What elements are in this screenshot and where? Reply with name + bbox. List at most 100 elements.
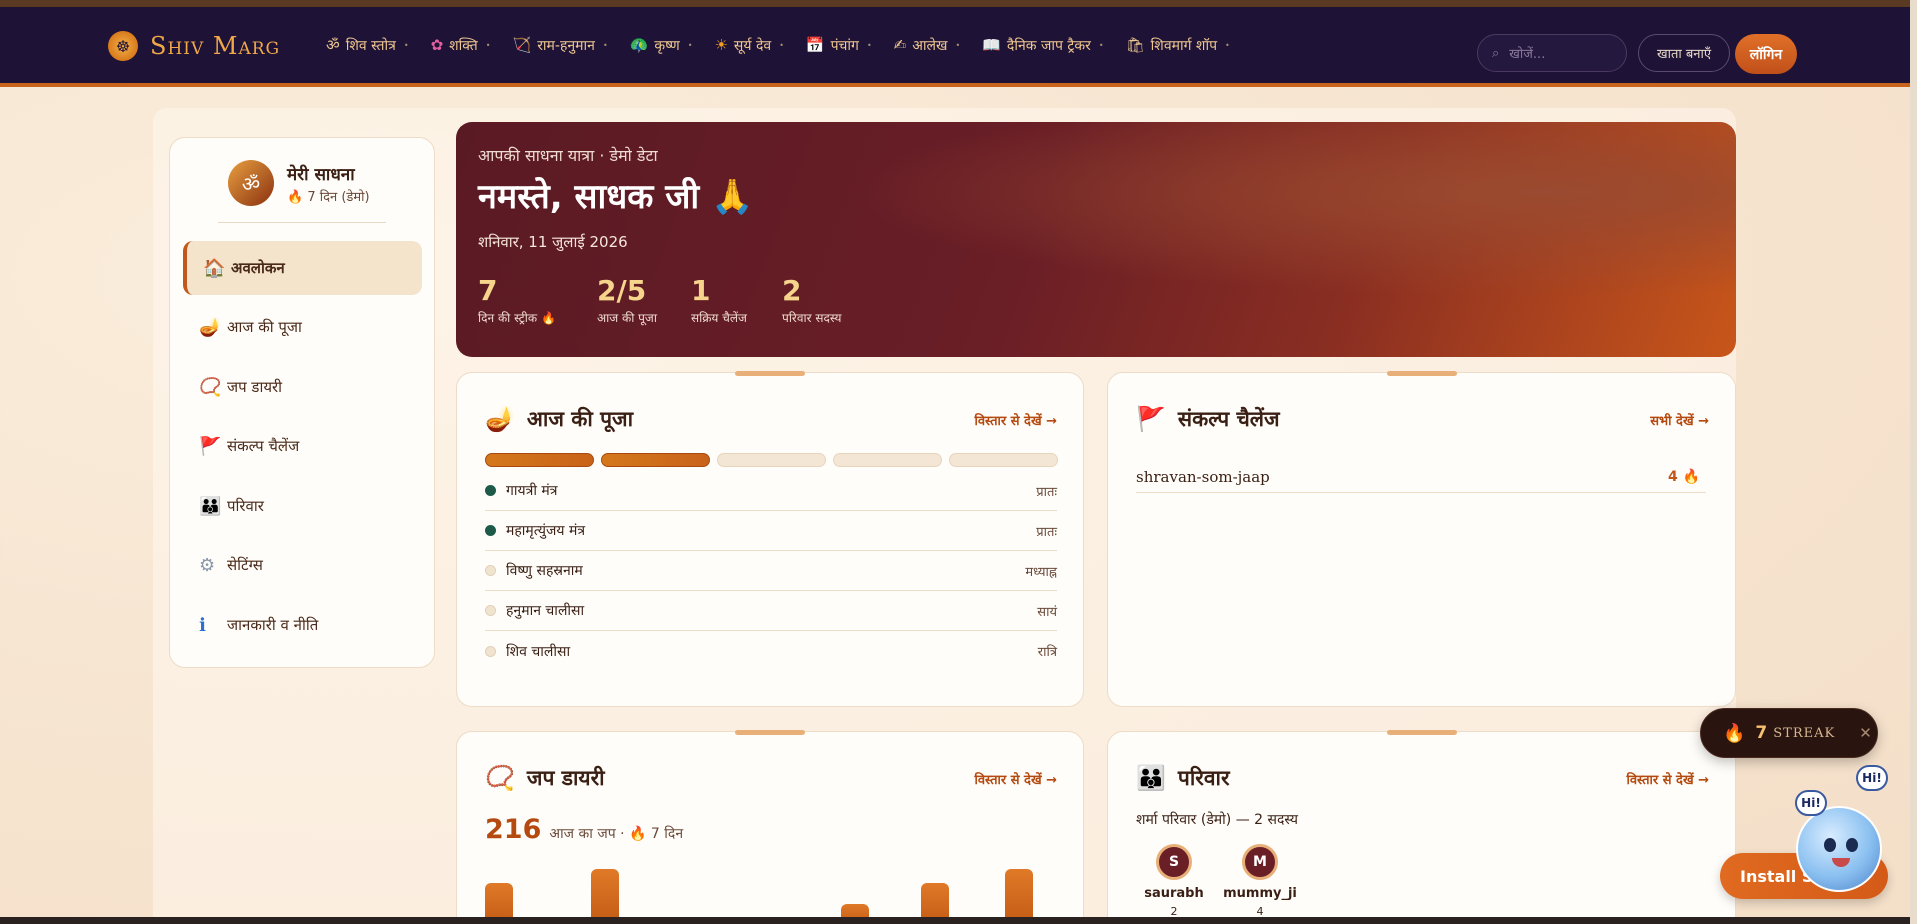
stat-value: 2/5 xyxy=(597,274,647,307)
flag-icon: 🚩 xyxy=(1136,405,1166,433)
bow-arrow-icon: 🏹 xyxy=(512,36,532,54)
fire-icon: 🔥 xyxy=(1723,722,1746,744)
nav-jap-tracker[interactable]: 📖 दैनिक जाप ट्रैकर • xyxy=(982,36,1103,55)
sidebar-item-family[interactable]: 👪 परिवार xyxy=(183,479,422,533)
dropdown-dot-icon: • xyxy=(1225,40,1230,50)
stat-value: 1 xyxy=(691,274,711,307)
brand-name: Shiv Marg xyxy=(150,32,281,60)
sun-icon: ☀ xyxy=(714,36,728,54)
flag-icon: 🚩 xyxy=(199,435,222,457)
family-subtitle: शर्मा परिवार (डेमो) — 2 सदस्य xyxy=(1136,812,1298,828)
sidebar-item-overview[interactable]: 🏠 अवलोकन xyxy=(183,241,422,295)
nav-aalekh[interactable]: ✍ आलेख • xyxy=(894,36,961,55)
view-all-link[interactable]: सभी देखें → xyxy=(1650,411,1709,429)
nav-shakti[interactable]: ✿ शक्ति • xyxy=(431,36,491,55)
hero-kicker: आपकी साधना यात्रा · डेमो डेटा xyxy=(478,146,658,165)
sidebar-profile: ॐ मेरी साधना 🔥 7 दिन (डेमो) xyxy=(228,160,370,206)
dropdown-dot-icon: • xyxy=(687,40,693,50)
puja-name: शिव चालीसा xyxy=(506,643,571,660)
family-member[interactable]: S saurabh 2 xyxy=(1136,844,1212,918)
family-icon: 👪 xyxy=(199,495,222,517)
sidebar-item-settings[interactable]: ⚙ सेटिंग्स xyxy=(183,538,422,592)
site-header: ☸ Shiv Marg ॐ शिव स्तोत्र • ✿ शक्ति • 🏹 राम-ह… xyxy=(0,7,1917,87)
flower-icon: ✿ xyxy=(430,36,444,54)
stat-label: सक्रिय चैलेंज xyxy=(691,311,747,325)
hero-title: नमस्ते, साधक जी 🙏 xyxy=(478,177,754,217)
status-dot xyxy=(485,645,496,657)
login-button[interactable]: लॉगिन xyxy=(1735,34,1797,74)
hero-date: शनिवार, 11 जुलाई 2026 xyxy=(478,233,628,251)
view-details-link[interactable]: विस्तार से देखें → xyxy=(974,411,1057,429)
brand-logo[interactable]: ☸ Shiv Marg xyxy=(108,31,280,61)
card-tab xyxy=(735,730,805,735)
jap-summary: 216 आज का जप · 🔥 7 दिन xyxy=(485,814,683,845)
dropdown-dot-icon: • xyxy=(602,40,608,50)
info-icon: ℹ xyxy=(199,614,206,636)
puja-item[interactable]: हनुमान चालीसा सायं xyxy=(485,591,1057,631)
view-details-link[interactable]: विस्तार से देखें → xyxy=(1626,770,1709,788)
stat-streak: 7 दिन की स्ट्रीक 🔥 xyxy=(478,274,556,326)
sidebar-item-jap-diary[interactable]: 📿 जप डायरी xyxy=(183,360,422,414)
jap-diary-card: 📿 जप डायरी विस्तार से देखें → 216 आज का ज… xyxy=(456,730,1084,924)
nav-label: शक्ति xyxy=(449,37,478,54)
puja-item[interactable]: शिव चालीसा रात्रि xyxy=(485,631,1057,671)
stat-value: 2 xyxy=(782,274,802,307)
family-card: 👪 परिवार विस्तार से देखें → शर्मा परिवार … xyxy=(1107,730,1736,924)
nav-surya-dev[interactable]: ☀ सूर्य देव • xyxy=(714,36,783,55)
mala-icon: 📿 xyxy=(199,376,222,398)
book-icon: 📖 xyxy=(982,36,1001,54)
sidebar-item-label: परिवार xyxy=(227,497,264,515)
streak-toast[interactable]: 🔥 7 STREAK ✕ xyxy=(1700,708,1878,758)
jap-bar-chart xyxy=(485,856,1057,924)
nav-shiv-stotra[interactable]: ॐ शिव स्तोत्र • xyxy=(326,35,409,55)
sidebar-item-today-puja[interactable]: 🪔 आज की पूजा xyxy=(183,300,422,354)
home-icon: 🏠 xyxy=(203,257,226,279)
dropdown-dot-icon: • xyxy=(1098,40,1104,50)
nav-label: राम-हनुमान xyxy=(537,37,595,54)
diya-icon: 🪔 xyxy=(485,405,515,433)
chat-mascot-icon[interactable] xyxy=(1796,806,1882,892)
sidebar-item-label: जप डायरी xyxy=(227,378,283,396)
calendar-icon: 📅 xyxy=(805,36,825,54)
divider xyxy=(218,222,386,223)
puja-item[interactable]: महामृत्युंजय मंत्र प्रातः xyxy=(485,511,1057,551)
view-details-link[interactable]: विस्तार से देखें → xyxy=(974,770,1057,788)
sidebar-title: मेरी साधना xyxy=(287,164,355,185)
sidebar-item-info-policy[interactable]: ℹ जानकारी व नीति xyxy=(183,598,422,652)
create-account-button[interactable]: खाता बनाएँ xyxy=(1638,34,1730,72)
member-name: saurabh xyxy=(1144,886,1204,901)
nav-shop[interactable]: 🛍 शिवमार्ग शॉप • xyxy=(1126,36,1230,55)
scrollbar[interactable] xyxy=(1910,0,1917,924)
status-dot xyxy=(485,525,496,536)
status-dot xyxy=(485,485,496,496)
dropdown-dot-icon: • xyxy=(485,40,491,50)
streak-label: STREAK xyxy=(1773,725,1836,741)
family-icon: 👪 xyxy=(1136,764,1166,792)
sidebar-item-challenge[interactable]: 🚩 संकल्प चैलेंज xyxy=(183,419,422,473)
peacock-icon: 🦚 xyxy=(629,36,649,54)
nav-label: कृष्ण xyxy=(654,37,680,54)
mascot-mouth xyxy=(1832,858,1850,867)
nav-ram-hanuman[interactable]: 🏹 राम-हनुमान • xyxy=(513,36,608,55)
status-dot xyxy=(485,565,496,576)
writing-hand-icon: ✍ xyxy=(893,36,907,54)
close-icon[interactable]: ✕ xyxy=(1859,724,1872,742)
dropdown-dot-icon: • xyxy=(955,40,961,50)
sidebar-item-label: आज की पूजा xyxy=(227,318,302,336)
challenge-item[interactable]: shravan-som-jaap 4 🔥 xyxy=(1136,461,1706,493)
diya-icon: 🪔 xyxy=(199,316,222,338)
puja-item[interactable]: विष्णु सहस्रनाम मध्याह्न xyxy=(485,551,1057,591)
nav-panchang[interactable]: 📅 पंचांग • xyxy=(806,36,872,55)
family-members: S saurabh 2 M mummy_ji 4 xyxy=(1136,844,1308,918)
challenge-name: shravan-som-jaap xyxy=(1136,467,1270,486)
nav-label: शिव स्तोत्र xyxy=(345,37,396,54)
nav-krishna[interactable]: 🦚 कृष्ण • xyxy=(630,36,693,55)
search-input[interactable]: ⌕ खोजें... xyxy=(1477,34,1627,72)
family-member[interactable]: M mummy_ji 4 xyxy=(1222,844,1298,918)
chat-hi-bubble[interactable]: Hi! xyxy=(1795,790,1827,816)
chat-hi-bubble[interactable]: Hi! xyxy=(1856,765,1888,791)
mala-icon: 📿 xyxy=(485,764,515,792)
shopping-bag-icon: 🛍 xyxy=(1125,36,1145,54)
om-avatar-icon: ॐ xyxy=(228,160,274,206)
puja-item[interactable]: गायत्री मंत्र प्रातः xyxy=(485,471,1057,511)
